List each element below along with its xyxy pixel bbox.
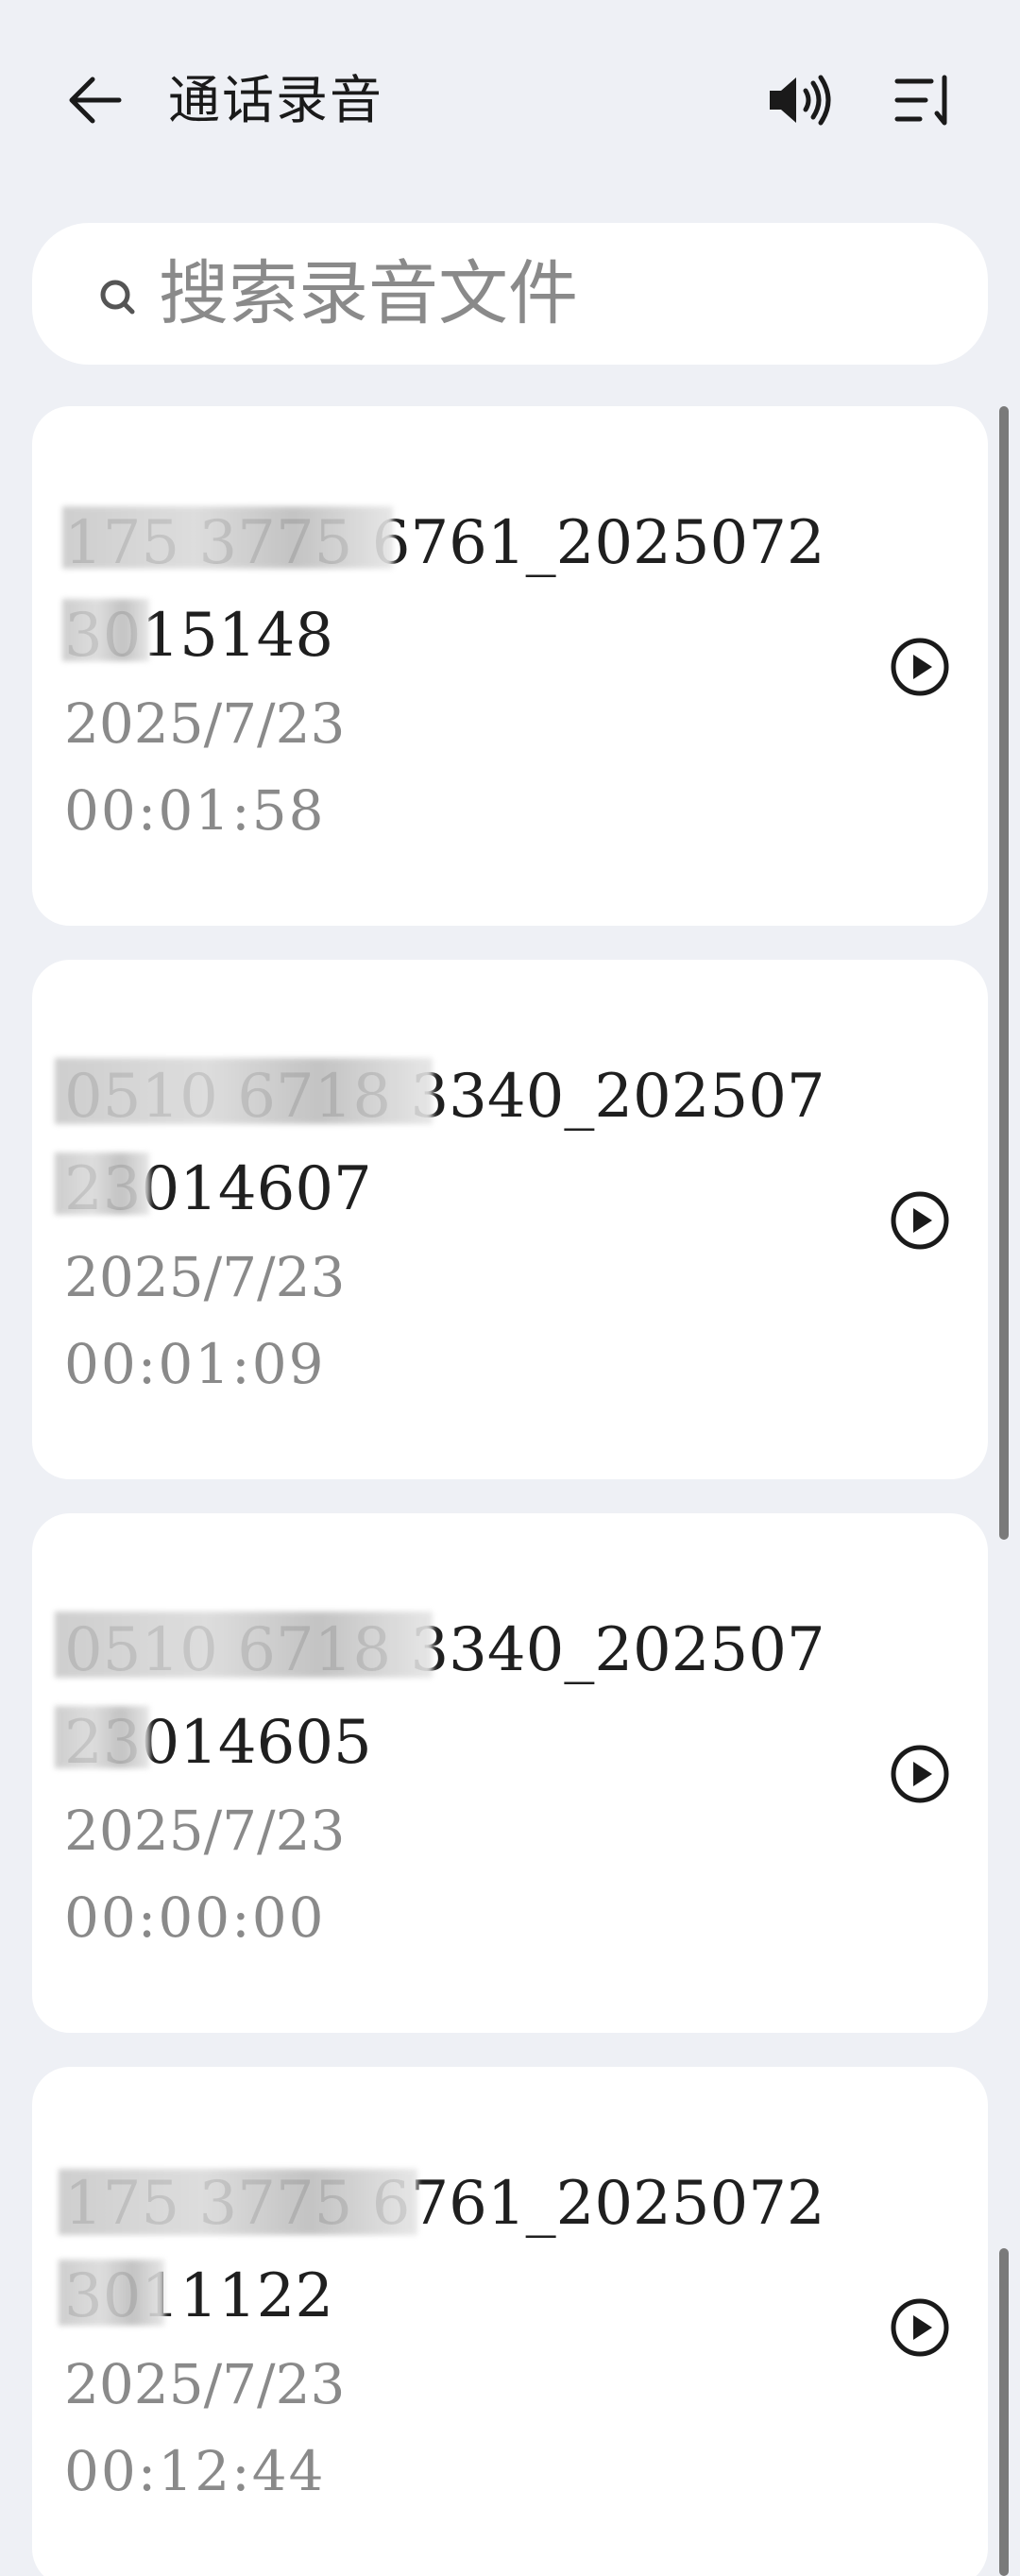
call-recordings-screen: 通话录音 175 3775 6761_20250723015148 xyxy=(0,0,1020,2576)
page-title: 通话录音 xyxy=(168,70,384,130)
privacy-blur xyxy=(62,599,149,661)
speaker-button[interactable] xyxy=(756,62,841,138)
recording-card[interactable]: 175 3775 6761_20250723011122 2025/7/23 0… xyxy=(32,2067,988,2576)
play-icon xyxy=(891,1745,949,1803)
play-icon xyxy=(891,2298,949,2357)
privacy-blur xyxy=(59,2260,164,2326)
recording-duration: 00:01:09 xyxy=(64,1332,326,1396)
play-button[interactable] xyxy=(882,2290,958,2365)
recording-card[interactable]: 0510 6718 3340_20250723014605 2025/7/23 … xyxy=(32,1513,988,2033)
sort-icon xyxy=(894,75,947,126)
privacy-blur xyxy=(55,1152,149,1215)
play-button[interactable] xyxy=(882,1736,958,1812)
play-icon xyxy=(891,1191,949,1250)
back-button[interactable] xyxy=(55,60,134,140)
privacy-blur xyxy=(55,1612,433,1678)
recording-date: 2025/7/23 xyxy=(64,1245,346,1309)
recording-date: 2025/7/23 xyxy=(64,691,346,756)
scrollbar-thumb[interactable] xyxy=(999,406,1009,1540)
privacy-blur xyxy=(55,1058,433,1124)
back-arrow-icon xyxy=(69,77,122,124)
play-icon xyxy=(891,638,949,696)
recording-duration: 00:00:00 xyxy=(64,1885,326,1950)
privacy-blur xyxy=(62,506,393,569)
scrollbar-thumb[interactable] xyxy=(999,2248,1009,2576)
search-bar[interactable] xyxy=(32,223,988,365)
recording-date: 2025/7/23 xyxy=(64,2352,346,2416)
recording-duration: 00:01:58 xyxy=(64,778,326,843)
app-header: 通话录音 xyxy=(0,0,1020,198)
sort-button[interactable] xyxy=(884,62,963,138)
search-input[interactable] xyxy=(159,251,952,336)
privacy-blur xyxy=(59,2169,417,2235)
recording-date: 2025/7/23 xyxy=(64,1799,346,1863)
play-button[interactable] xyxy=(882,1183,958,1258)
speaker-icon xyxy=(770,75,831,126)
privacy-blur xyxy=(55,1706,149,1768)
play-button[interactable] xyxy=(882,629,958,705)
search-icon xyxy=(100,280,135,315)
recording-card[interactable]: 0510 6718 3340_20250723014607 2025/7/23 … xyxy=(32,960,988,1479)
recording-duration: 00:12:44 xyxy=(64,2439,326,2503)
recording-card[interactable]: 175 3775 6761_20250723015148 2025/7/23 0… xyxy=(32,406,988,926)
